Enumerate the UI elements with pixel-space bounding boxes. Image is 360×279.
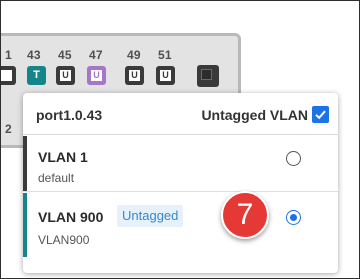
port-number-51: 51 <box>158 48 172 62</box>
popup-header: port1.0.43 Untagged VLAN <box>23 93 338 135</box>
port-mode-letter: U <box>91 70 102 81</box>
port-number-43: 43 <box>27 48 41 62</box>
switch-port-43[interactable]: T <box>27 66 46 85</box>
row-color-bar <box>23 193 27 257</box>
vlan-radio-button-selected[interactable] <box>286 210 301 225</box>
untagged-badge: Untagged <box>117 205 184 227</box>
screenshot-frame: 1 43 45 47 49 51 T U U U U 2 port1.0.43 … <box>0 0 360 279</box>
vlan-description: default <box>38 171 75 185</box>
port-vlan-popup: port1.0.43 Untagged VLAN VLAN 1 default … <box>23 93 338 273</box>
port-mode-letter: T <box>33 69 40 81</box>
port-title: port1.0.43 <box>36 107 103 123</box>
port-mode-letter: U <box>129 70 140 81</box>
switch-port-47[interactable]: U <box>87 66 106 85</box>
vlan-description: VLAN900 <box>38 233 90 247</box>
untagged-vlan-checkbox[interactable] <box>312 106 329 123</box>
switch-port-49[interactable]: U <box>125 66 144 85</box>
port-number-49: 49 <box>127 48 141 62</box>
port-mode-letter <box>201 69 212 80</box>
vlan-option-row[interactable]: VLAN 900 Untagged VLAN900 <box>23 193 338 257</box>
port-number-45: 45 <box>58 48 72 62</box>
untagged-vlan-label: Untagged VLAN <box>201 107 308 123</box>
vlan-name: VLAN 1 <box>38 149 88 165</box>
port-number-1: 1 <box>5 48 12 62</box>
port-number-47: 47 <box>89 48 103 62</box>
switch-port-51[interactable]: U <box>156 66 175 85</box>
checkmark-icon <box>315 110 326 120</box>
switch-port-empty[interactable] <box>197 65 219 87</box>
vlan-name: VLAN 900 <box>38 209 104 225</box>
switch-port[interactable] <box>1 66 16 85</box>
port-number-side: 2 <box>5 122 12 136</box>
port-mode-letter: U <box>160 70 171 81</box>
switch-port-45[interactable]: U <box>56 66 75 85</box>
row-color-bar <box>23 136 27 191</box>
radio-dot <box>289 213 297 221</box>
vlan-option-row[interactable]: VLAN 1 default <box>23 136 338 192</box>
vlan-radio-button[interactable] <box>286 151 301 166</box>
port-mode-letter: U <box>60 70 71 81</box>
step-number-marker: 7 <box>221 191 269 239</box>
